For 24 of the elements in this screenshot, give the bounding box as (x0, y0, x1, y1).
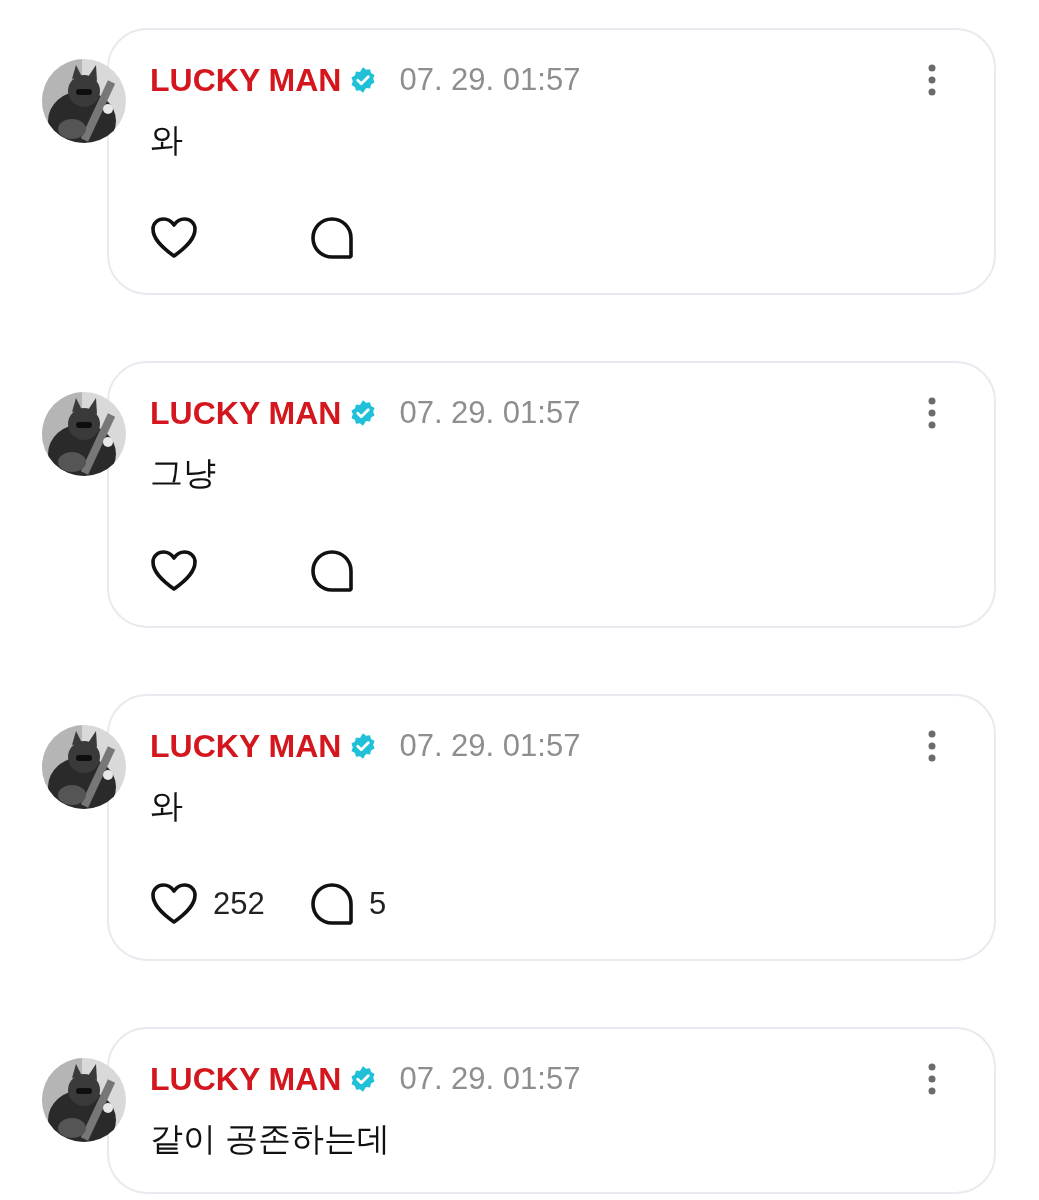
speech-bubble-icon[interactable] (310, 549, 354, 593)
more-options-icon[interactable] (928, 730, 936, 762)
comment-text: 그냥 (150, 453, 217, 493)
speech-bubble-icon[interactable] (310, 216, 354, 260)
timestamp: 07. 29. 01:57 (399, 395, 581, 431)
more-options-icon[interactable] (928, 1063, 936, 1095)
heart-icon[interactable] (150, 216, 198, 260)
speech-bubble-icon[interactable] (310, 882, 354, 926)
heart-icon[interactable] (150, 549, 198, 593)
more-options-icon[interactable] (928, 64, 936, 96)
reply-count: 5 (369, 886, 387, 922)
comment-text: 같이 공존하는데 (150, 1119, 392, 1159)
comment-text: 와 (150, 786, 184, 826)
author-name[interactable]: LUCKY MAN (150, 394, 342, 432)
timestamp: 07. 29. 01:57 (399, 1061, 581, 1097)
comment-text: 와 (150, 120, 184, 160)
like-count: 252 (213, 886, 265, 922)
timestamp: 07. 29. 01:57 (399, 728, 581, 764)
author-name[interactable]: LUCKY MAN (150, 1060, 342, 1098)
more-options-icon[interactable] (928, 397, 936, 429)
timestamp: 07. 29. 01:57 (399, 62, 581, 98)
heart-icon[interactable] (150, 882, 198, 926)
author-name[interactable]: LUCKY MAN (150, 61, 342, 99)
author-name[interactable]: LUCKY MAN (150, 727, 342, 765)
